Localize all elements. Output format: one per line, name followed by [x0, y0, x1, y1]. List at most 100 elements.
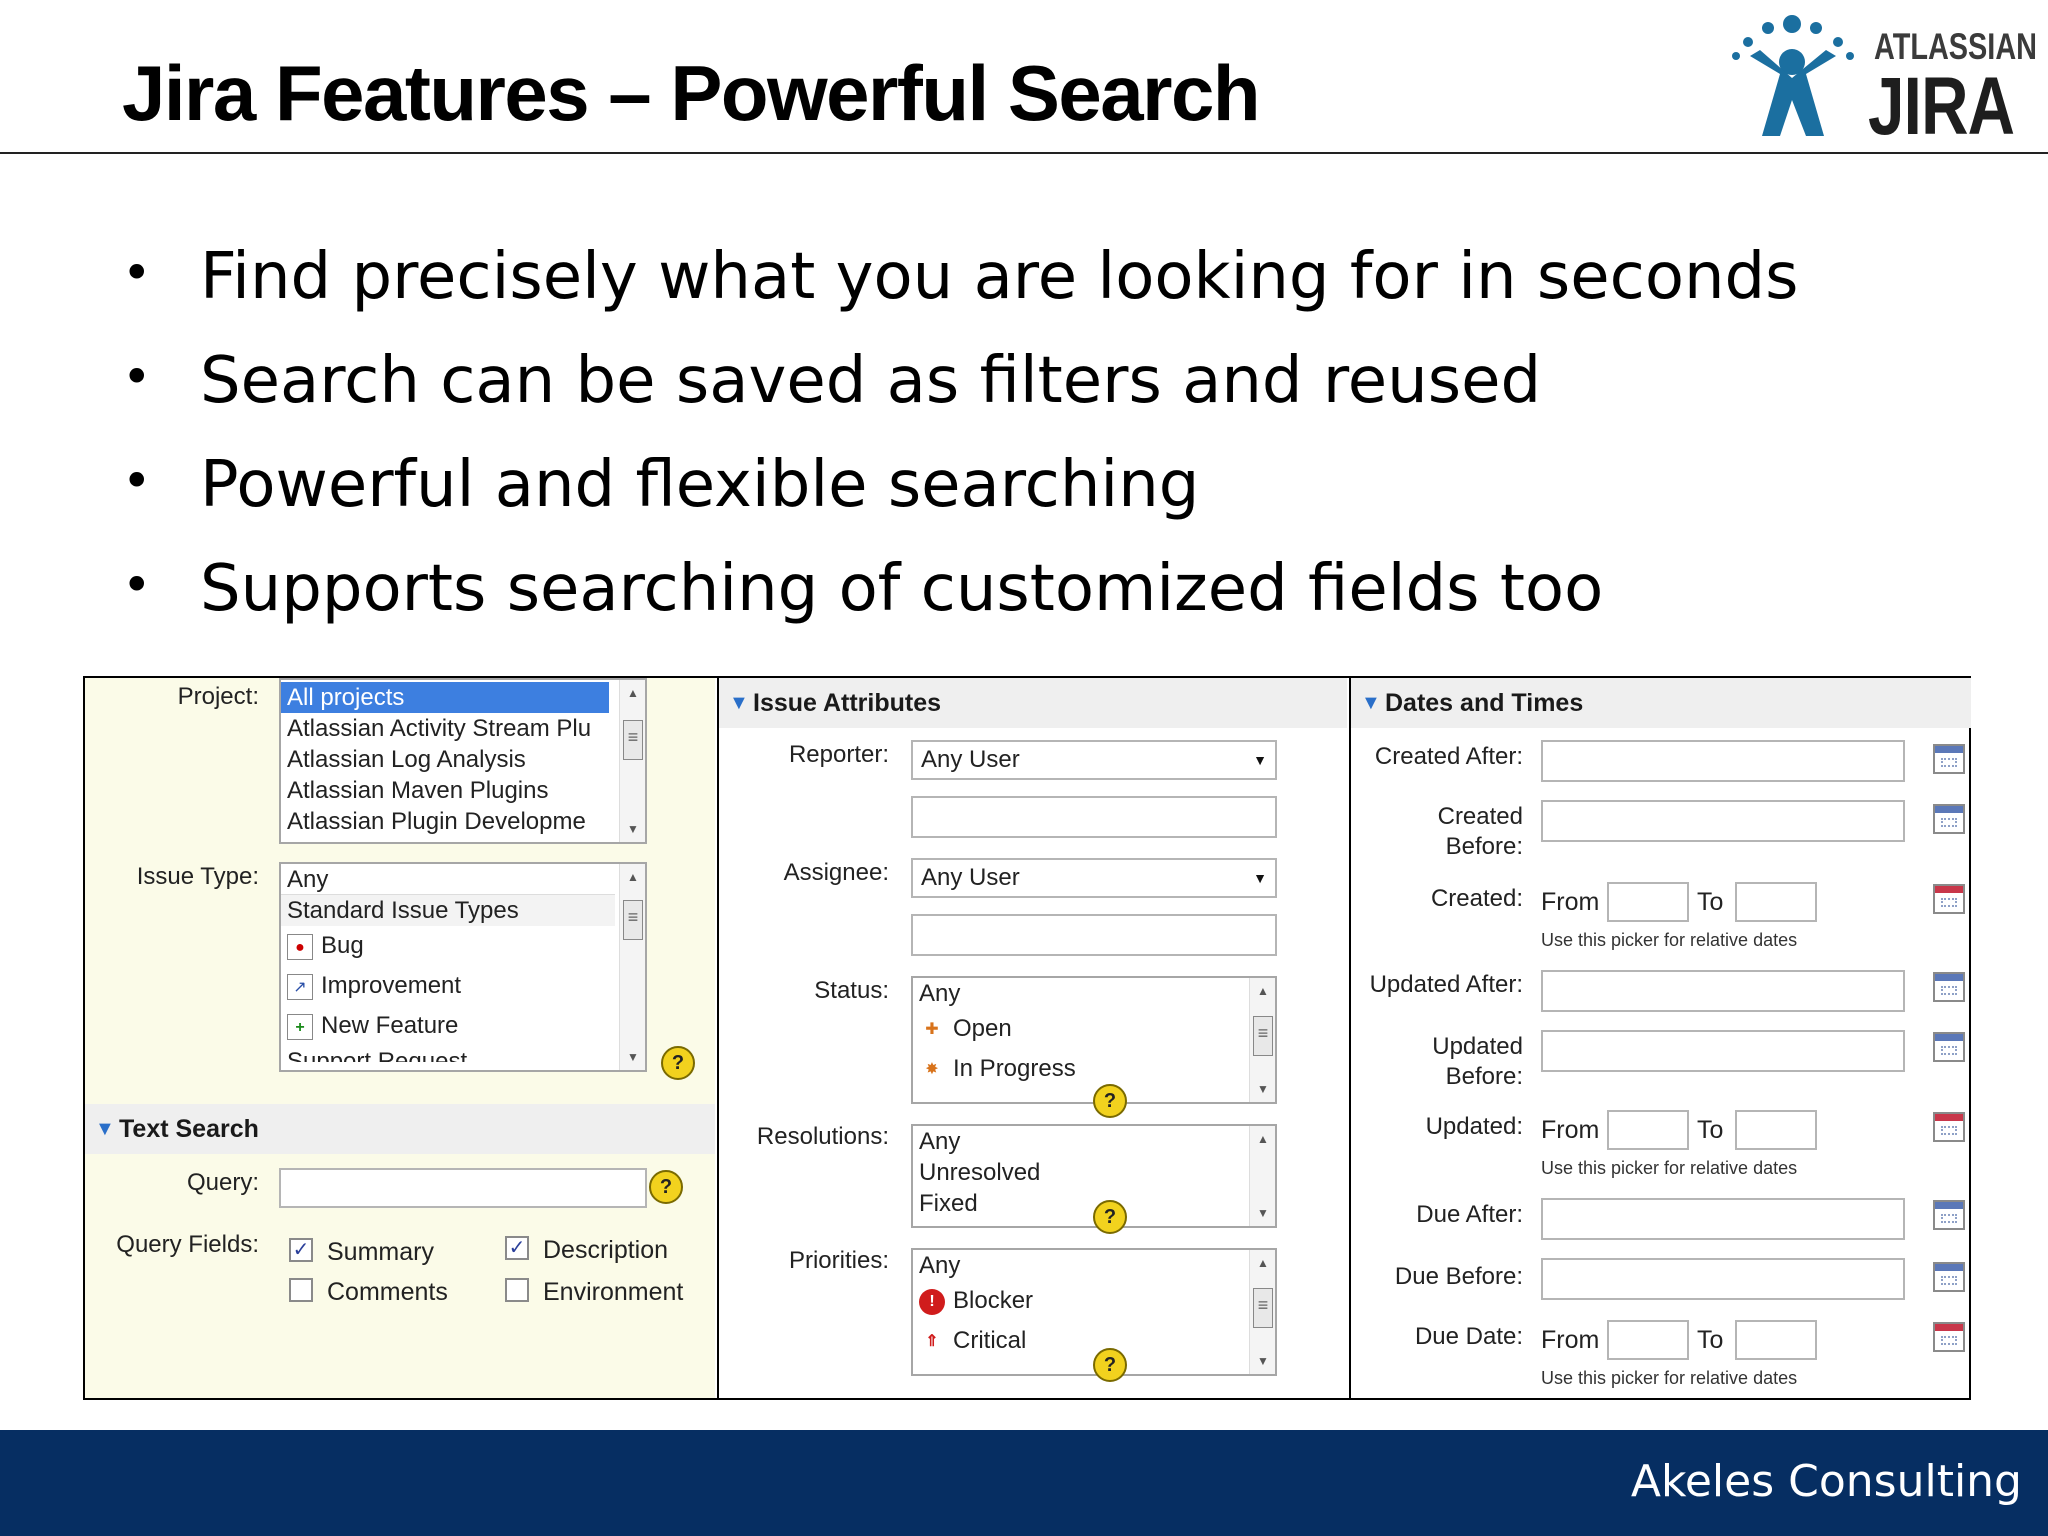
issue-type-text: Improvement — [321, 972, 462, 999]
updated-from-input[interactable] — [1607, 1110, 1689, 1150]
calendar-icon[interactable] — [1933, 1262, 1965, 1292]
issue-attributes-panel: ▼ Issue Attributes Reporter: Any User ▼ As… — [717, 678, 1347, 1398]
calendar-icon[interactable] — [1933, 1200, 1965, 1230]
calendar-icon[interactable] — [1933, 1322, 1965, 1352]
project-search-panel: Project: All projects Atlassian Activity… — [85, 678, 715, 1398]
list-item[interactable]: Any — [281, 864, 615, 895]
priority-text: Critical — [953, 1327, 1027, 1354]
from-label: From — [1541, 1326, 1600, 1354]
text-search-header[interactable]: ▼ Text Search — [85, 1104, 715, 1154]
issue-type-label: Issue Type: — [136, 863, 259, 890]
text-search-title: Text Search — [119, 1115, 259, 1143]
updated-to-input[interactable] — [1735, 1110, 1817, 1150]
due-date-label: Due Date: — [1414, 1323, 1523, 1350]
updated-label: Updated: — [1425, 1113, 1523, 1140]
status-label: Status: — [814, 977, 889, 1004]
list-item[interactable]: Atlassian Activity Stream Plu — [281, 713, 645, 744]
updated-before-input[interactable] — [1541, 1030, 1905, 1072]
environment-label: Environment — [543, 1278, 684, 1306]
updated-after-input[interactable] — [1541, 970, 1905, 1012]
created-after-input[interactable] — [1541, 740, 1905, 782]
calendar-icon[interactable] — [1933, 972, 1965, 1002]
help-icon[interactable]: ? — [661, 1046, 695, 1080]
created-to-input[interactable] — [1735, 882, 1817, 922]
assignee-label: Assignee: — [783, 859, 889, 886]
list-item[interactable]: Support Request — [281, 1046, 645, 1062]
query-input[interactable] — [279, 1168, 647, 1208]
assignee-input[interactable] — [911, 914, 1277, 956]
environment-checkbox[interactable] — [505, 1278, 529, 1302]
reporter-select[interactable]: Any User ▼ — [911, 740, 1277, 780]
list-item[interactable]: Any — [913, 1250, 1275, 1281]
list-item[interactable]: Any — [913, 978, 1275, 1009]
due-after-input[interactable] — [1541, 1198, 1905, 1240]
list-item[interactable]: ✚ Open — [913, 1009, 1275, 1049]
list-item[interactable]: Standard Issue Types — [281, 895, 615, 926]
status-scrollbar[interactable]: ▲▼ — [1249, 978, 1275, 1102]
project-scrollbar[interactable]: ▲▼ — [619, 680, 645, 842]
assignee-select[interactable]: Any User ▼ — [911, 858, 1277, 898]
list-item[interactable]: ! Blocker — [913, 1281, 1275, 1321]
resolutions-scrollbar[interactable]: ▲ ▼ — [1249, 1126, 1275, 1226]
reporter-input[interactable] — [911, 796, 1277, 838]
list-item[interactable]: ● Bug — [281, 926, 645, 966]
bullet-text: Find precisely what you are looking for … — [200, 240, 1799, 314]
bullet-text: Powerful and flexible searching — [200, 448, 1200, 522]
list-item[interactable]: ⇑ Critical — [913, 1321, 1275, 1361]
list-item[interactable]: Unresolved — [913, 1157, 1275, 1188]
priorities-scrollbar[interactable]: ▲▼ — [1249, 1250, 1275, 1374]
list-item[interactable]: All projects — [281, 682, 609, 713]
comments-label: Comments — [327, 1278, 448, 1306]
footer-company: Akeles Consulting — [1630, 1456, 2022, 1507]
list-item[interactable]: ↗ Improvement — [281, 966, 645, 1006]
reporter-label: Reporter: — [788, 741, 889, 768]
calendar-icon[interactable] — [1933, 884, 1965, 914]
created-from-input[interactable] — [1607, 882, 1689, 922]
title-divider — [0, 152, 2048, 154]
query-fields-label: Query Fields: — [116, 1231, 259, 1258]
list-item[interactable]: ✸ In Progress — [913, 1049, 1275, 1089]
created-label: Created: — [1430, 885, 1523, 912]
dates-and-times-panel: ▼ Dates and Times Created After: Created B… — [1349, 678, 1971, 1398]
updated-before-line2: Before: — [1445, 1063, 1523, 1090]
list-item[interactable]: Atlassian Plugin Developme — [281, 806, 645, 837]
status-listbox[interactable]: Any ✚ Open ✸ In Progress ▲▼ — [911, 976, 1277, 1104]
due-before-input[interactable] — [1541, 1258, 1905, 1300]
calendar-icon[interactable] — [1933, 1032, 1965, 1062]
chevron-down-icon: ▼ — [729, 692, 749, 714]
footer-bar: Akeles Consulting — [0, 1430, 2048, 1536]
improvement-icon: ↗ — [287, 973, 313, 1000]
issue-attributes-title: Issue Attributes — [753, 689, 942, 717]
calendar-icon[interactable] — [1933, 1112, 1965, 1142]
issue-type-listbox[interactable]: Any Standard Issue Types ● Bug ↗ Improveme… — [279, 862, 647, 1072]
project-listbox[interactable]: All projects Atlassian Activity Stream P… — [279, 678, 647, 844]
critical-icon: ⇑ — [925, 1332, 939, 1350]
help-icon[interactable]: ? — [649, 1170, 683, 1204]
calendar-icon[interactable] — [1933, 804, 1965, 834]
dates-and-times-header[interactable]: ▼ Dates and Times — [1351, 678, 1971, 728]
due-to-input[interactable] — [1735, 1320, 1817, 1360]
description-checkbox[interactable]: ✓ — [505, 1236, 529, 1260]
to-label: To — [1697, 888, 1724, 916]
help-icon[interactable]: ? — [1093, 1200, 1127, 1234]
list-item[interactable]: Atlassian Maven Plugins — [281, 775, 645, 806]
resolutions-label: Resolutions: — [756, 1123, 889, 1150]
description-label: Description — [543, 1236, 669, 1264]
issue-attributes-header[interactable]: ▼ Issue Attributes — [719, 678, 1347, 728]
priorities-label: Priorities: — [788, 1247, 889, 1274]
created-before-line2: Before: — [1445, 833, 1523, 860]
summary-checkbox[interactable]: ✓ — [289, 1238, 313, 1262]
due-from-input[interactable] — [1607, 1320, 1689, 1360]
list-item[interactable]: Atlassian Log Analysis — [281, 744, 645, 775]
comments-checkbox[interactable] — [289, 1278, 313, 1302]
dates-and-times-title: Dates and Times — [1385, 689, 1584, 717]
jira-search-screenshot: Project: All projects Atlassian Activity… — [83, 676, 1971, 1400]
help-icon[interactable]: ? — [1093, 1084, 1127, 1118]
list-item[interactable]: + New Feature — [281, 1006, 645, 1046]
help-icon[interactable]: ? — [1093, 1348, 1127, 1382]
calendar-icon[interactable] — [1933, 744, 1965, 774]
from-label: From — [1541, 1116, 1600, 1144]
created-before-input[interactable] — [1541, 800, 1905, 842]
issue-type-scrollbar[interactable]: ▲▼ — [619, 864, 645, 1070]
list-item[interactable]: Any — [913, 1126, 1275, 1157]
